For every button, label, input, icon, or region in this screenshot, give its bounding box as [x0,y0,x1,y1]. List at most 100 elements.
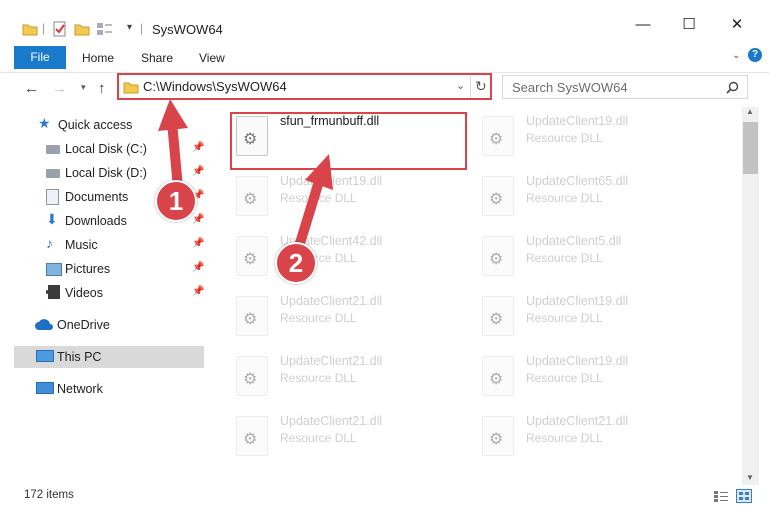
tab-share[interactable]: Share [141,51,173,65]
file-name: UpdateClient21.dll [526,414,629,428]
scroll-up-icon[interactable]: ▲ [746,107,754,116]
file-name: UpdateClient5.dll [526,234,622,248]
details-view-icon[interactable] [713,490,729,503]
file-type: Resource DLL [526,311,603,325]
dll-file-icon: ⚙ [236,176,268,216]
sidebar-item-music[interactable]: ♪ Music 📌 [14,234,204,256]
maximize-button[interactable]: ☐ [666,10,712,40]
network-icon [36,382,54,394]
sidebar-item-network[interactable]: Network [14,378,204,400]
file-type: Resource DLL [526,371,603,385]
sidebar-item-label: Local Disk (C:) [65,142,147,156]
file-name: UpdateClient21.dll [280,414,383,428]
recent-locations-icon[interactable]: ▾ [81,82,86,93]
pin-icon[interactable]: 📌 [192,166,204,177]
refresh-icon[interactable]: ↻ [475,78,487,95]
documents-icon [46,189,59,205]
pin-icon[interactable]: 📌 [192,286,204,297]
dll-file-icon: ⚙ [482,116,514,156]
cloud-icon [35,319,53,330]
file-type: Resource DLL [526,191,603,205]
up-arrow-icon[interactable]: ↑ [98,80,106,97]
file-name: UpdateClient19.dll [526,114,629,128]
back-arrow-icon[interactable]: ← [24,80,39,97]
pin-icon[interactable]: 📌 [192,142,204,153]
chevron-down-icon[interactable]: ⌄ [456,79,465,92]
file-item[interactable]: ⚙ UpdateClient19.dll Resource DLL [476,112,708,168]
file-item[interactable]: ⚙ UpdateClient21.dll Resource DLL [230,352,462,408]
sidebar-item-local-disk-c[interactable]: Local Disk (C:) 📌 [14,138,204,160]
sidebar-item-label: Downloads [65,214,127,228]
sidebar-item-label: Network [57,382,103,396]
sidebar-item-videos[interactable]: Videos 📌 [14,282,204,304]
tab-view[interactable]: View [199,51,225,65]
sidebar-item-onedrive[interactable]: OneDrive [14,314,204,336]
file-name: UpdateClient19.dll [280,174,383,188]
expand-ribbon-icon[interactable]: ⌄ [732,50,740,61]
new-folder-icon[interactable] [74,22,90,36]
scroll-thumb[interactable] [743,122,758,174]
sidebar-item-this-pc[interactable]: This PC [14,346,204,368]
sidebar-item-quick-access[interactable]: ★ Quick access [14,114,204,136]
folder-icon [123,82,139,94]
file-type: Resource DLL [280,191,357,205]
file-type: Resource DLL [526,131,603,145]
sidebar-item-label: Quick access [58,118,133,132]
view-options-icon[interactable] [96,21,114,37]
sidebar-item-label: Videos [65,286,103,300]
dll-file-icon: ⚙ [236,296,268,336]
status-item-count: 172 items [24,489,74,501]
file-item[interactable]: ⚙ UpdateClient19.dll Resource DLL [476,292,708,348]
music-icon: ♪ [46,235,53,251]
forward-arrow-icon[interactable]: → [52,80,67,97]
pin-icon[interactable]: 📌 [192,262,204,273]
file-name: UpdateClient65.dll [526,174,629,188]
pin-icon[interactable]: 📌 [192,214,204,225]
folder-icon[interactable] [22,22,38,36]
file-item[interactable]: ⚙ UpdateClient21.dll Resource DLL [476,412,708,468]
properties-icon[interactable] [52,21,68,37]
file-item[interactable]: ⚙ UpdateClient19.dll Resource DLL [476,352,708,408]
file-name: UpdateClient19.dll [526,354,629,368]
drive-icon [46,145,60,154]
file-item[interactable]: ⚙ UpdateClient42.dll Resource DLL [230,232,462,288]
separator: | [140,21,144,35]
file-name: UpdateClient19.dll [526,294,629,308]
file-name: UpdateClient21.dll [280,294,383,308]
drive-icon [46,169,60,178]
file-type: Resource DLL [280,371,357,385]
scroll-down-icon[interactable]: ▼ [746,473,754,482]
tab-home[interactable]: Home [82,51,114,65]
step-badge-1: 1 [155,180,197,222]
dll-file-icon: ⚙ [482,296,514,336]
customize-quick-access-icon[interactable]: ▾ [127,22,132,33]
address-path[interactable]: C:\Windows\SysWOW64 [143,79,287,94]
search-icon[interactable] [726,81,739,94]
dll-file-icon: ⚙ [482,416,514,456]
sidebar-item-label: OneDrive [57,318,110,332]
file-item[interactable]: ⚙ UpdateClient19.dll Resource DLL [230,172,462,228]
sidebar-item-pictures[interactable]: Pictures 📌 [14,258,204,280]
title-bar: | ▾ | SysWOW64 — ☐ ✕ [0,0,769,40]
computer-icon [36,350,54,362]
sidebar-item-label: This PC [57,350,102,364]
sidebar-item-label: Documents [65,190,129,204]
window-title: SysWOW64 [152,22,223,37]
large-icons-view-icon[interactable] [736,489,752,503]
file-type: Resource DLL [280,431,357,445]
dll-file-icon: ⚙ [482,176,514,216]
dll-file-icon: ⚙ [482,236,514,276]
sidebar-item-label: Local Disk (D:) [65,166,147,180]
dll-file-icon: ⚙ [236,236,268,276]
file-item[interactable]: ⚙ UpdateClient5.dll Resource DLL [476,232,708,288]
close-button[interactable]: ✕ [714,10,760,40]
help-icon[interactable]: ? [748,48,762,62]
file-item[interactable]: ⚙ UpdateClient65.dll Resource DLL [476,172,708,228]
sidebar-item-label: Music [65,238,98,252]
pin-icon[interactable]: 📌 [192,238,204,249]
separator: | [42,21,46,35]
file-item[interactable]: ⚙ UpdateClient21.dll Resource DLL [230,292,462,348]
minimize-button[interactable]: — [620,10,666,40]
file-item[interactable]: ⚙ UpdateClient21.dll Resource DLL [230,412,462,468]
file-tab[interactable]: File [14,46,66,69]
